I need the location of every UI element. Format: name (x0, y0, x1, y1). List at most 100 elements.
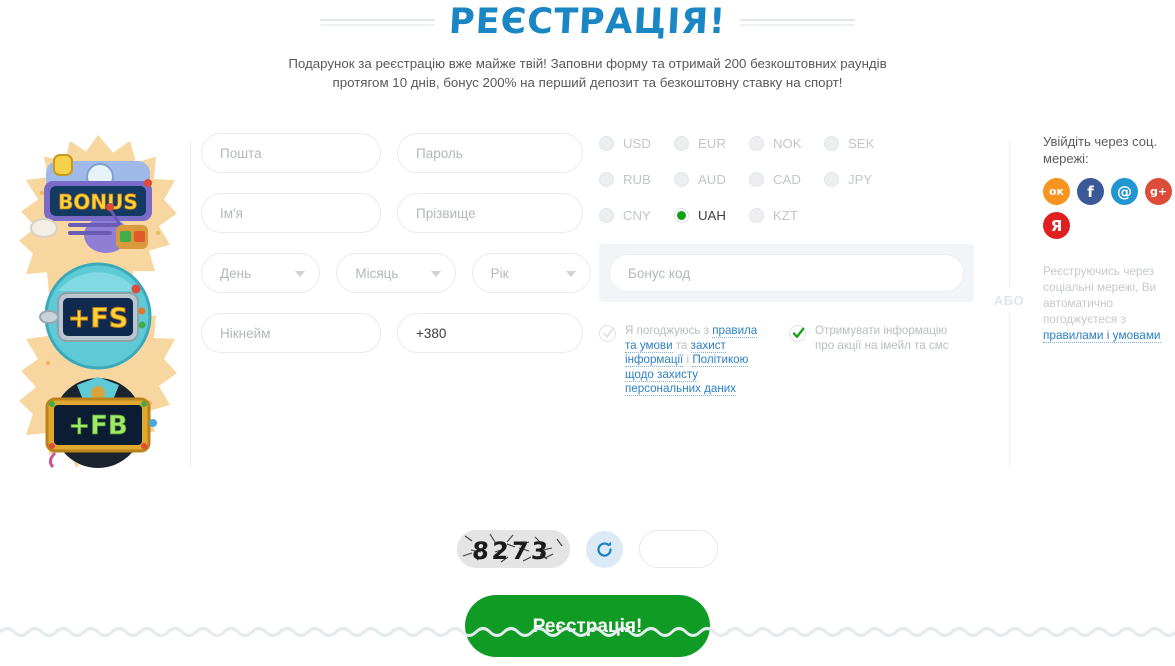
options-column: USD EUR NOK SEK RUB AUD CAD JPY CNY UAH KZT Бонус … (591, 133, 989, 468)
agreement-text: Отримувати інформацію про акції на імейл… (815, 324, 949, 352)
social-title: Увійдіть через соц. мережі: (1043, 134, 1158, 166)
chevron-down-icon (295, 271, 306, 277)
bonus-code-input[interactable]: Бонус код (609, 254, 964, 292)
currency-option-aud[interactable]: AUD (674, 172, 749, 187)
bonus-code-panel: Бонус код (599, 244, 974, 302)
phone-input[interactable]: +380 (397, 313, 583, 353)
currency-selector: USD EUR NOK SEK RUB AUD CAD JPY CNY UAH KZT (599, 136, 989, 223)
currency-row: USD EUR NOK SEK (599, 136, 989, 151)
or-label: АБО (991, 287, 1027, 314)
radio-icon (749, 208, 764, 223)
chevron-down-icon (430, 271, 441, 277)
promo-column: BONUS +FS +FB (0, 133, 190, 471)
fields-column: Пошта Пароль Ім'я Прізвище День Місяць Р… (191, 133, 591, 468)
checkbox-unchecked[interactable] (599, 325, 616, 342)
birth-month-select[interactable]: Місяць (336, 253, 456, 293)
agreement-text: Я погоджуюсь з правила та умови та захис… (625, 324, 758, 396)
title-rule-left (320, 19, 436, 26)
svg-text:BONUS: BONUS (58, 190, 138, 214)
row-birthdate: День Місяць Рік (201, 253, 591, 293)
captcha-row: 8273 (0, 530, 1175, 568)
agreement-item-1[interactable]: Я погоджуюсь з правила та умови та захис… (599, 324, 767, 397)
currency-label: CNY (623, 208, 651, 223)
currency-option-jpy[interactable]: JPY (824, 172, 899, 187)
or-divider: АБО (989, 133, 1029, 468)
currency-option-kzt[interactable]: KZT (749, 208, 824, 223)
social-column: Увійдіть через соц. мережі: ок f @ g+ Я Реєс… (1029, 133, 1172, 468)
radio-icon (824, 172, 839, 187)
currency-label: USD (623, 136, 651, 151)
promo-badge-fb: +FB (33, 371, 163, 471)
radio-icon (599, 172, 614, 187)
currency-option-rub[interactable]: RUB (599, 172, 674, 187)
currency-label: JPY (848, 172, 873, 187)
currency-option-eur[interactable]: EUR (674, 136, 749, 151)
firstname-input[interactable]: Ім'я (201, 193, 381, 233)
currency-label: UAH (698, 208, 726, 223)
currency-option-sek[interactable]: SEK (824, 136, 899, 151)
social-icons: ок f @ g+ Я (1043, 178, 1173, 239)
currency-label: SEK (848, 136, 875, 151)
promo-badge-bonus: BONUS (28, 151, 168, 263)
radio-icon (674, 136, 689, 151)
row-email-password: Пошта Пароль (201, 133, 591, 173)
currency-option-cad[interactable]: CAD (749, 172, 824, 187)
birth-year-select[interactable]: Рік (471, 253, 591, 293)
mailru-icon[interactable]: @ (1111, 178, 1138, 205)
googleplus-icon[interactable]: g+ (1145, 178, 1172, 205)
birth-day-select[interactable]: День (201, 253, 321, 293)
row-firstname-lastname: Ім'я Прізвище (201, 193, 591, 233)
email-input[interactable]: Пошта (201, 133, 381, 173)
checkbox-checked[interactable] (789, 325, 806, 342)
registration-form: BONUS +FS +FB Пошта Пароль Ім'я Прізвище… (0, 133, 1175, 471)
currency-label: KZT (773, 208, 798, 223)
currency-row: RUB AUD CAD JPY (599, 172, 989, 187)
nickname-input[interactable]: Нікнейм (201, 313, 381, 353)
svg-text:+FB: +FB (68, 411, 127, 441)
page-header: РЕЄСТРАЦІЯ! (0, 0, 1175, 46)
promo-badge-fs: +FS (38, 261, 158, 371)
currency-label: AUD (698, 172, 726, 187)
captcha-input[interactable] (639, 530, 718, 568)
page-title: РЕЄСТРАЦІЯ! (447, 2, 728, 42)
birth-year-label: Рік (490, 265, 509, 281)
svg-text:+FS: +FS (68, 303, 129, 334)
agreements-row: Я погоджуюсь з правила та умови та захис… (599, 324, 989, 397)
check-icon (603, 328, 614, 338)
check-icon (792, 327, 805, 338)
title-rule-right (739, 19, 855, 26)
radio-icon (674, 172, 689, 187)
radio-icon (749, 172, 764, 187)
page-subtitle: Подарунок за реєстрацію вже майже твій! … (288, 56, 887, 90)
currency-label: NOK (773, 136, 802, 151)
radio-icon (674, 208, 689, 223)
currency-option-nok[interactable]: NOK (749, 136, 824, 151)
currency-option-uah[interactable]: UAH (674, 208, 749, 223)
bottom-wave-decoration (0, 627, 1175, 637)
yandex-icon[interactable]: Я (1043, 212, 1070, 239)
chevron-down-icon (565, 271, 576, 277)
radio-icon (599, 136, 614, 151)
social-terms-link[interactable]: правилами і умовами (1043, 328, 1161, 343)
currency-label: EUR (698, 136, 726, 151)
row-nickname-phone: Нікнейм +380 (201, 313, 591, 353)
facebook-icon[interactable]: f (1077, 178, 1104, 205)
currency-option-usd[interactable]: USD (599, 136, 674, 151)
refresh-icon (597, 541, 612, 557)
password-input[interactable]: Пароль (397, 133, 583, 173)
birth-day-label: День (220, 265, 252, 281)
title-row: РЕЄСТРАЦІЯ! (0, 0, 1175, 42)
currency-label: RUB (623, 172, 651, 187)
currency-row: CNY UAH KZT (599, 208, 989, 223)
agreement-item-2[interactable]: Отримувати інформацію про акції на імейл… (789, 324, 963, 397)
lastname-input[interactable]: Прізвище (397, 193, 583, 233)
currency-option-cny[interactable]: CNY (599, 208, 674, 223)
currency-label: CAD (773, 172, 801, 187)
captcha-image: 8273 (457, 530, 570, 568)
promo-bonus-art: BONUS +FS +FB (18, 133, 178, 471)
birth-month-label: Місяць (355, 265, 399, 281)
odnoklassniki-icon[interactable]: ок (1043, 178, 1070, 205)
social-note: Реєструючись через соціальні мережі, Ви … (1043, 264, 1161, 343)
radio-icon (824, 136, 839, 151)
captcha-refresh-button[interactable] (586, 530, 623, 568)
